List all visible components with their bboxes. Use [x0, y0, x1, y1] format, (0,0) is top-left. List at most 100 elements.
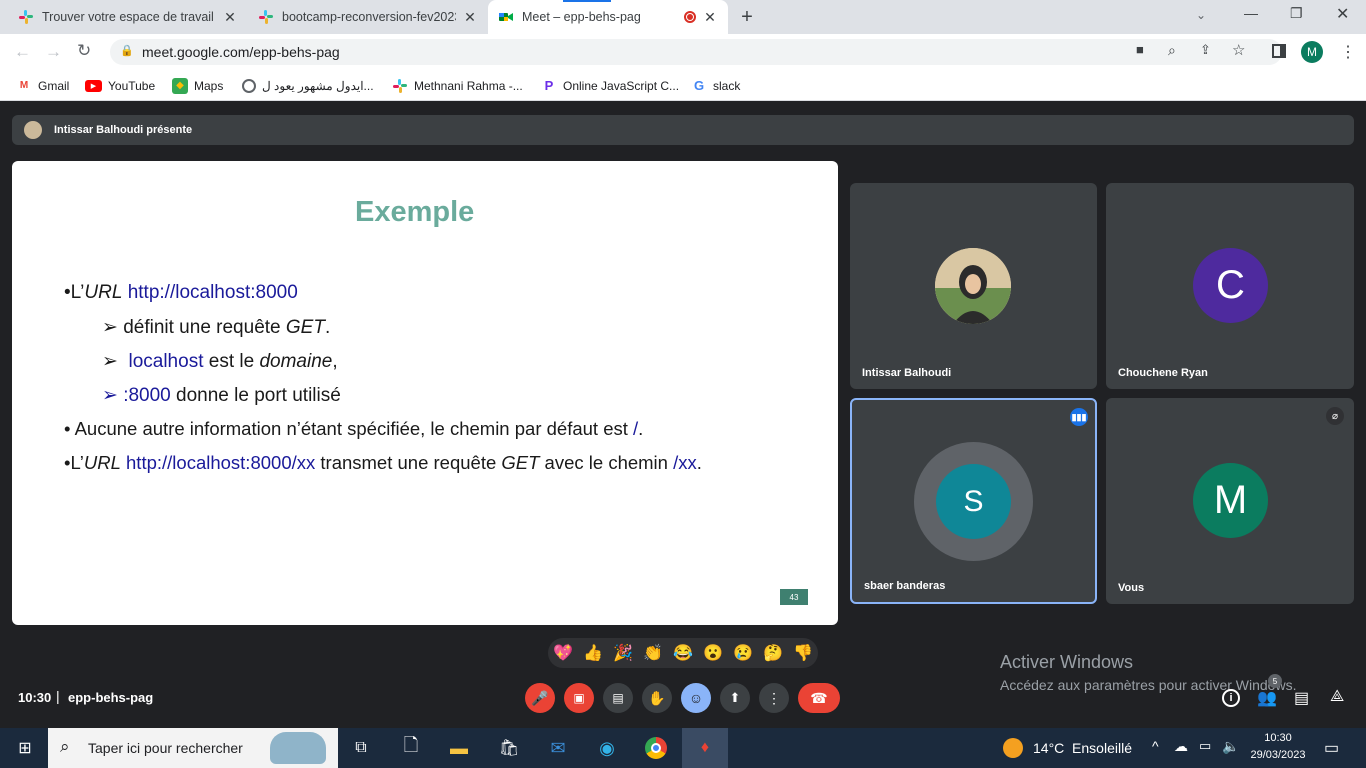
recording-icon	[684, 11, 696, 23]
reaction-surprised[interactable]: 😮	[698, 643, 728, 663]
file-icon[interactable]: 🗋	[396, 733, 426, 763]
store-icon[interactable]: 🛍	[494, 733, 524, 763]
slide-page-number: 43	[780, 589, 808, 605]
reaction-sad[interactable]: 😢	[728, 643, 758, 663]
weather-text[interactable]: 14°C Ensoleillé	[1033, 740, 1132, 756]
present-icon: ⬆	[729, 690, 741, 705]
presentation-slide: Exemple •L’URL http://localhost:8000 ➢ d…	[12, 161, 838, 625]
restore-icon[interactable]: ❐	[1290, 5, 1303, 22]
meeting-code: epp-behs-pag	[68, 690, 154, 705]
meeting-time: 10:30	[18, 690, 52, 705]
more-vert-icon: ⋮	[767, 689, 781, 706]
google-icon: G	[693, 78, 705, 93]
reload-icon[interactable]: ↻	[77, 41, 91, 61]
back-icon[interactable]: ←	[14, 42, 31, 62]
file-explorer-icon[interactable]: ▬	[444, 733, 474, 763]
slide-line-1: •L’URL http://localhost:8000	[64, 282, 298, 303]
participant-tile-vous[interactable]: ⌀ M Vous	[1106, 398, 1354, 604]
reaction-thumbs-up[interactable]: 👍	[578, 643, 608, 663]
minimize-icon[interactable]: —	[1244, 5, 1258, 21]
close-tab-icon[interactable]: ✕	[702, 9, 718, 26]
menu-icon[interactable]: ⋮	[1340, 42, 1356, 62]
profile-photo-icon	[935, 248, 1011, 324]
reaction-thumbs-down[interactable]: 👎	[788, 643, 818, 663]
notifications-icon[interactable]: ▭	[1324, 738, 1339, 758]
slack-icon	[19, 10, 33, 24]
clock-date[interactable]: 29/03/2023	[1248, 749, 1308, 761]
tab-title: Meet – epp-behs-pag	[522, 10, 641, 24]
separator: |	[56, 688, 60, 704]
present-button[interactable]: ⬆	[720, 683, 750, 713]
clock-time[interactable]: 10:30	[1248, 732, 1308, 744]
sun-icon	[1003, 738, 1023, 758]
camera-toggle-button[interactable]: ▣	[564, 683, 594, 713]
bookmark-online-js[interactable]: P Online JavaScript C...	[541, 70, 679, 101]
mail-icon[interactable]: ✉	[543, 733, 573, 763]
share-icon[interactable]: ⇪	[1200, 42, 1211, 58]
new-tab-button[interactable]: +	[736, 6, 758, 28]
cloud-icon[interactable]: ☁	[1174, 738, 1188, 755]
task-view-icon[interactable]: ⧉	[346, 733, 376, 763]
raise-hand-button[interactable]: ✋	[642, 683, 672, 713]
gmail-icon: M	[19, 80, 29, 91]
participant-tile-sbaer[interactable]: S ▮▮▮ sbaer banderas	[850, 398, 1097, 604]
slack-icon	[259, 10, 273, 24]
mic-off-icon: ⌀	[1326, 407, 1344, 425]
hand-icon: ✋	[648, 689, 666, 706]
activities-icon[interactable]: ⟁	[1330, 688, 1344, 706]
reaction-clap[interactable]: 👏	[638, 643, 668, 663]
participant-tile-intissar[interactable]: Intissar Balhoudi	[850, 183, 1097, 389]
reaction-laugh[interactable]: 😂	[668, 643, 698, 663]
zoom-icon[interactable]: ⌕	[1168, 42, 1176, 59]
bookmark-star-icon[interactable]: ☆	[1232, 41, 1245, 59]
windows-start-icon[interactable]: ⊞	[10, 733, 40, 763]
camera-icon[interactable]: ■	[1136, 42, 1144, 57]
participant-tile-chouchene[interactable]: C Chouchene Ryan	[1106, 183, 1354, 389]
window-close-icon[interactable]: ✕	[1336, 4, 1349, 24]
participant-name: Intissar Balhoudi	[862, 367, 952, 379]
url-text: meet.google.com/epp-behs-pag	[142, 44, 340, 60]
tab-bootcamp[interactable]: bootcamp-reconversion-fev2023 ✕	[248, 0, 488, 34]
forward-icon[interactable]: →	[45, 42, 62, 62]
end-call-button[interactable]: ☎	[798, 683, 840, 713]
bookmark-youtube[interactable]: ▶ YouTube	[85, 70, 155, 101]
tab-search-icon[interactable]: ⌄	[1196, 8, 1206, 22]
captions-button[interactable]: ▤	[603, 683, 633, 713]
bookmark-arabic[interactable]: ايدول مشهور يعود ل...	[242, 70, 374, 101]
side-panel-icon[interactable]	[1272, 44, 1286, 58]
chrome-icon[interactable]	[641, 733, 671, 763]
bookmark-methnani[interactable]: Methnani Rahma -...	[392, 70, 523, 101]
taskbar-search-box[interactable]: ⌕ Taper ici pour rechercher	[48, 728, 338, 768]
reaction-party[interactable]: 🎉	[608, 643, 638, 663]
bookmark-gmail[interactable]: M Gmail	[16, 70, 70, 101]
active-app-icon[interactable]: ♦	[682, 728, 728, 768]
reactions-button[interactable]: ☺	[681, 683, 711, 713]
captions-icon: ▤	[612, 691, 624, 705]
network-icon[interactable]: ▭	[1199, 738, 1211, 754]
volume-icon[interactable]: 🔈	[1222, 738, 1239, 755]
meeting-info-icon[interactable]: i	[1222, 689, 1240, 707]
address-bar[interactable]: 🔒 meet.google.com/epp-behs-pag ■ ⌕ ⇪ ☆	[110, 39, 1282, 65]
more-options-button[interactable]: ⋮	[759, 683, 789, 713]
slide-line-5: • Aucune autre information n’étant spéci…	[64, 418, 644, 439]
reaction-thinking[interactable]: 🤔	[758, 643, 788, 663]
search-placeholder: Taper ici pour rechercher	[88, 740, 243, 756]
profile-avatar[interactable]: M	[1301, 41, 1323, 63]
search-illustration-icon	[270, 732, 326, 764]
close-tab-icon[interactable]: ✕	[222, 9, 238, 26]
bookmark-slack[interactable]: G slack	[691, 70, 740, 101]
chat-icon[interactable]: ▤	[1294, 688, 1309, 708]
search-icon: ⌕	[60, 737, 70, 756]
bookmark-maps[interactable]: ◆ Maps	[172, 70, 223, 101]
tab-meet[interactable]: Meet – epp-behs-pag ✕	[488, 0, 728, 34]
p-icon: P	[544, 78, 554, 93]
people-icon[interactable]: 👥	[1257, 688, 1277, 708]
presenter-text: Intissar Balhoudi présente	[54, 124, 193, 136]
reaction-heart[interactable]: 💖	[548, 643, 578, 663]
tab-slack-workspace[interactable]: Trouver votre espace de travail | S ✕	[8, 0, 248, 34]
mic-toggle-button[interactable]: 🎤	[525, 683, 555, 713]
presenter-avatar	[24, 121, 42, 139]
close-tab-icon[interactable]: ✕	[462, 9, 478, 26]
edge-icon[interactable]: ◉	[592, 733, 622, 763]
chevron-up-icon[interactable]: ^	[1152, 738, 1159, 754]
